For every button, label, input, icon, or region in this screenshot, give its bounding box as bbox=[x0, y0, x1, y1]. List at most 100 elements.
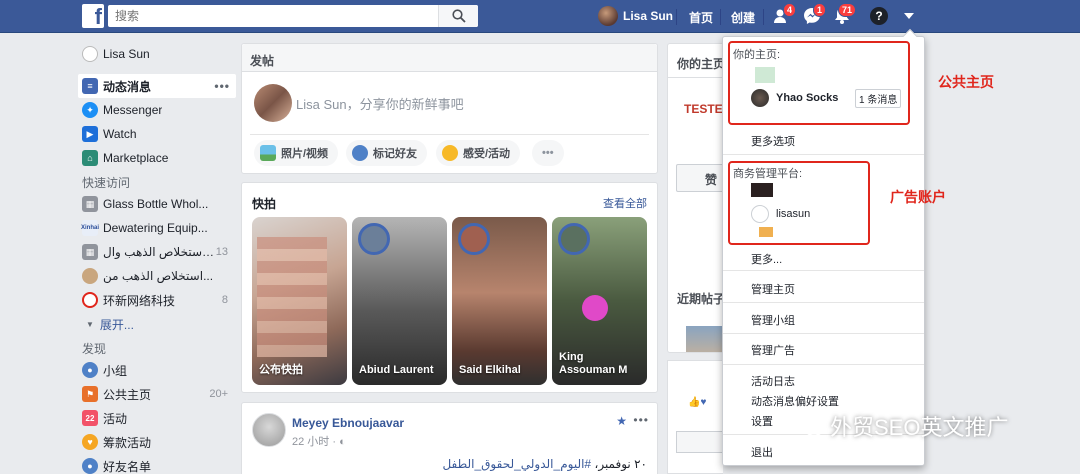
manage-pages-item[interactable]: 管理主页 bbox=[751, 281, 795, 297]
story-card[interactable]: 公布快拍 bbox=[252, 217, 347, 385]
annotation-box-pages bbox=[728, 41, 910, 125]
photo-icon bbox=[260, 145, 276, 161]
profile-link[interactable]: Lisa Sun bbox=[623, 9, 673, 23]
star-icon[interactable]: ★ bbox=[616, 414, 627, 428]
more-options-item[interactable]: 更多选项 bbox=[751, 133, 795, 149]
sidebar-item-label: Messenger bbox=[103, 103, 163, 117]
hashtag-link[interactable]: #اليوم_الدولي_لحقوق_الطفل bbox=[442, 457, 591, 471]
logout-item[interactable]: 退出 bbox=[751, 444, 773, 460]
sidebar-item-shortcut[interactable]: Xinhai Dewatering Equip... bbox=[78, 216, 236, 240]
facebook-logo-icon[interactable]: f bbox=[82, 4, 104, 28]
account-menu-caret-icon[interactable] bbox=[904, 13, 914, 19]
expand-link[interactable]: ▼ 展开... bbox=[78, 312, 236, 336]
recent-posts-title: 近期帖子 bbox=[677, 292, 723, 306]
settings-item[interactable]: 设置 bbox=[751, 413, 773, 429]
more-options-icon[interactable]: ••• bbox=[214, 79, 230, 93]
feed-preferences-item[interactable]: 动态消息偏好设置 bbox=[751, 393, 839, 409]
divider bbox=[676, 9, 677, 25]
discover-heading: 发现 bbox=[82, 342, 107, 356]
create-link[interactable]: 创建 bbox=[731, 9, 755, 26]
sidebar-item-messenger[interactable]: ✦ Messenger bbox=[78, 98, 236, 122]
sidebar-item-fundraisers[interactable]: ♥ 筹款活动 bbox=[78, 430, 236, 454]
search-input[interactable] bbox=[108, 5, 438, 27]
activity-log-item[interactable]: 活动日志 bbox=[751, 373, 795, 389]
divider bbox=[723, 154, 924, 155]
notifications-badge: 71 bbox=[838, 3, 857, 17]
annotation-ad-account: 广告账户 bbox=[890, 189, 946, 205]
sidebar-item-label: Marketplace bbox=[103, 151, 169, 165]
friend-requests-icon[interactable]: 4 bbox=[772, 3, 797, 26]
more-item[interactable]: 更多... bbox=[751, 251, 782, 267]
divider bbox=[723, 302, 924, 303]
smiley-icon bbox=[442, 145, 458, 161]
sidebar-item-label: 活动 bbox=[103, 411, 128, 426]
sidebar-item-label: Dewatering Equip... bbox=[103, 221, 208, 235]
sidebar-profile[interactable]: Lisa Sun bbox=[78, 42, 236, 66]
page-logo-icon: Xinhai bbox=[81, 220, 99, 236]
sidebar-item-watch[interactable]: ▶ Watch bbox=[78, 122, 236, 146]
story-name: King Assouman M bbox=[559, 351, 628, 376]
sidebar-item-events[interactable]: 22 活动 bbox=[78, 406, 236, 430]
home-link[interactable]: 首页 bbox=[689, 9, 713, 26]
sidebar-item-pages[interactable]: ⚑ 公共主页 20+ bbox=[78, 382, 236, 406]
composer-input[interactable]: Lisa Sun，分享你的新鲜事吧 bbox=[296, 94, 464, 113]
story-card[interactable]: Abiud Laurent bbox=[352, 217, 447, 385]
sidebar-item-friend-lists[interactable]: ● 好友名单 bbox=[78, 454, 236, 474]
divider bbox=[250, 134, 649, 135]
post-text-prefix: ٢٠ نوفمبر، bbox=[591, 457, 647, 471]
feed-post: Meyey Ebnoujaavar 22 小时 · ◐ ★ ••• ٢٠ نوف… bbox=[241, 402, 658, 474]
action-button[interactable] bbox=[676, 431, 728, 453]
story-card[interactable]: Said Elkihal bbox=[452, 217, 547, 385]
sidebar-item-news-feed[interactable]: ≡ 动态消息 ••• bbox=[78, 74, 236, 98]
sidebar-item-marketplace[interactable]: ⌂ Marketplace bbox=[78, 146, 236, 170]
messenger-icon: ✦ bbox=[82, 102, 98, 118]
sidebar-item-shortcut[interactable]: استخلاص الذهب من... bbox=[78, 264, 236, 288]
sidebar-item-groups[interactable]: ● 小组 bbox=[78, 358, 236, 382]
manage-ads-item[interactable]: 管理广告 bbox=[751, 342, 795, 358]
story-card[interactable]: King Assouman M bbox=[552, 217, 647, 385]
sidebar-item-shortcut[interactable]: ▦ استخلاص الذهب وال... 13 bbox=[78, 240, 236, 264]
friend-requests-badge: 4 bbox=[783, 3, 797, 17]
group-icon: ▦ bbox=[82, 244, 98, 260]
composer-title: 发帖 bbox=[242, 44, 657, 72]
sidebar-item-shortcut[interactable]: 环新网络科技 8 bbox=[78, 288, 236, 312]
help-icon[interactable]: ? bbox=[870, 7, 888, 25]
avatar bbox=[254, 84, 292, 122]
sidebar-item-shortcut[interactable]: ▦ Glass Bottle Whol... bbox=[78, 192, 236, 216]
notifications-icon[interactable]: 71 bbox=[832, 3, 857, 26]
avatar[interactable] bbox=[252, 413, 286, 447]
sidebar-item-label: استخلاص الذهب من... bbox=[103, 269, 214, 283]
unread-count: 20+ bbox=[209, 388, 228, 400]
avatar[interactable] bbox=[598, 6, 618, 26]
right-column-lower: 👍♥ bbox=[667, 360, 728, 474]
wechat-icon bbox=[795, 415, 823, 437]
see-all-link[interactable]: 查看全部 bbox=[603, 195, 647, 211]
more-button[interactable]: ••• bbox=[532, 140, 564, 166]
sidebar-item-label: 筹款活动 bbox=[103, 435, 152, 450]
post-author[interactable]: Meyey Ebnoujaavar bbox=[292, 416, 404, 430]
stories-card: 快拍 查看全部 公布快拍 Abiud Laurent Said Elkihal … bbox=[241, 182, 658, 393]
sidebar-item-label: 好友名单 bbox=[103, 459, 152, 474]
sidebar-item-label: Lisa Sun bbox=[103, 47, 150, 61]
reactions-icon: 👍♥ bbox=[688, 397, 707, 408]
photo-video-button[interactable]: 照片/视频 bbox=[254, 140, 339, 166]
messenger-icon[interactable]: 1 bbox=[802, 3, 827, 26]
tag-friends-icon bbox=[352, 145, 368, 161]
avatar bbox=[458, 223, 490, 255]
feeling-activity-button[interactable]: 感受/活动 bbox=[436, 140, 521, 166]
annotation-public-page: 公共主页 bbox=[938, 74, 994, 90]
button-label: 感受/活动 bbox=[463, 148, 511, 160]
search-box bbox=[108, 5, 478, 27]
search-button[interactable] bbox=[438, 5, 478, 27]
more-options-icon[interactable]: ••• bbox=[633, 413, 649, 427]
unread-count: 13 bbox=[215, 246, 228, 258]
manage-groups-item[interactable]: 管理小组 bbox=[751, 312, 795, 328]
expand-label: 展开... bbox=[99, 317, 134, 332]
post-thumbnail[interactable] bbox=[686, 326, 723, 352]
profile-avatar-icon bbox=[82, 46, 98, 62]
sidebar-item-label: Glass Bottle Whol... bbox=[103, 197, 209, 211]
annotation-box-ad-account bbox=[728, 161, 870, 245]
friends-icon: ● bbox=[82, 458, 98, 474]
like-button[interactable]: 赞 bbox=[676, 164, 723, 192]
tag-friends-button[interactable]: 标记好友 bbox=[346, 140, 427, 166]
